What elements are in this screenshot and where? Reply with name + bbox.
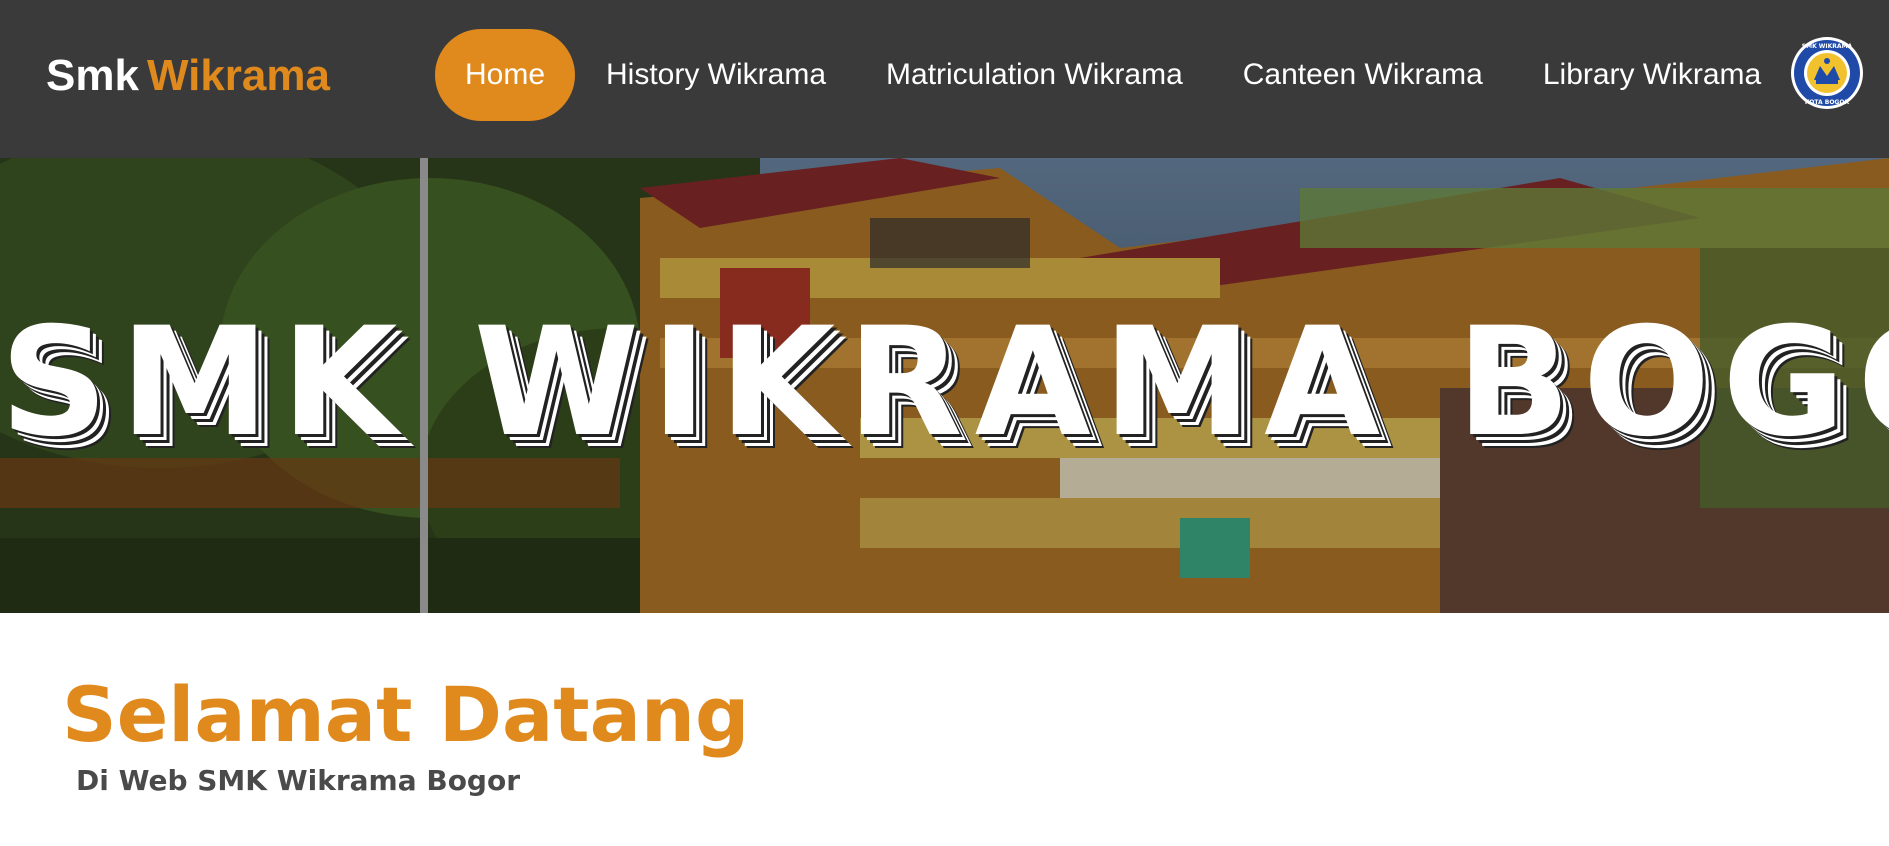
nav-item-canteen[interactable]: Canteen Wikrama [1213,29,1513,121]
brand-text-wikrama: Wikrama [146,51,330,100]
nav-item-history[interactable]: History Wikrama [576,29,856,121]
hero-title: SMK WIKRAMA BOGOR [0,296,1889,470]
welcome-subtitle: Di Web SMK Wikrama Bogor [76,764,521,797]
main-nav: Home History Wikrama Matriculation Wikra… [435,29,1791,121]
nav-item-home[interactable]: Home [435,29,575,121]
school-crest-icon[interactable]: SMK WIKRAMA KOTA BOGOR [1790,36,1864,110]
top-navigation-bar: Smk Wikrama Home History Wikrama Matricul… [0,0,1889,158]
nav-item-library[interactable]: Library Wikrama [1513,29,1791,121]
welcome-title: Selamat Datang [62,670,750,759]
svg-text:KOTA BOGOR: KOTA BOGOR [1805,99,1850,106]
nav-item-matriculation[interactable]: Matriculation Wikrama [856,29,1213,121]
site-brand[interactable]: Smk Wikrama [46,48,330,104]
brand-text-smk: Smk [46,51,139,100]
hero-banner: SMK WIKRAMA BOGOR [0,158,1889,613]
svg-text:SMK WIKRAMA: SMK WIKRAMA [1802,43,1853,50]
